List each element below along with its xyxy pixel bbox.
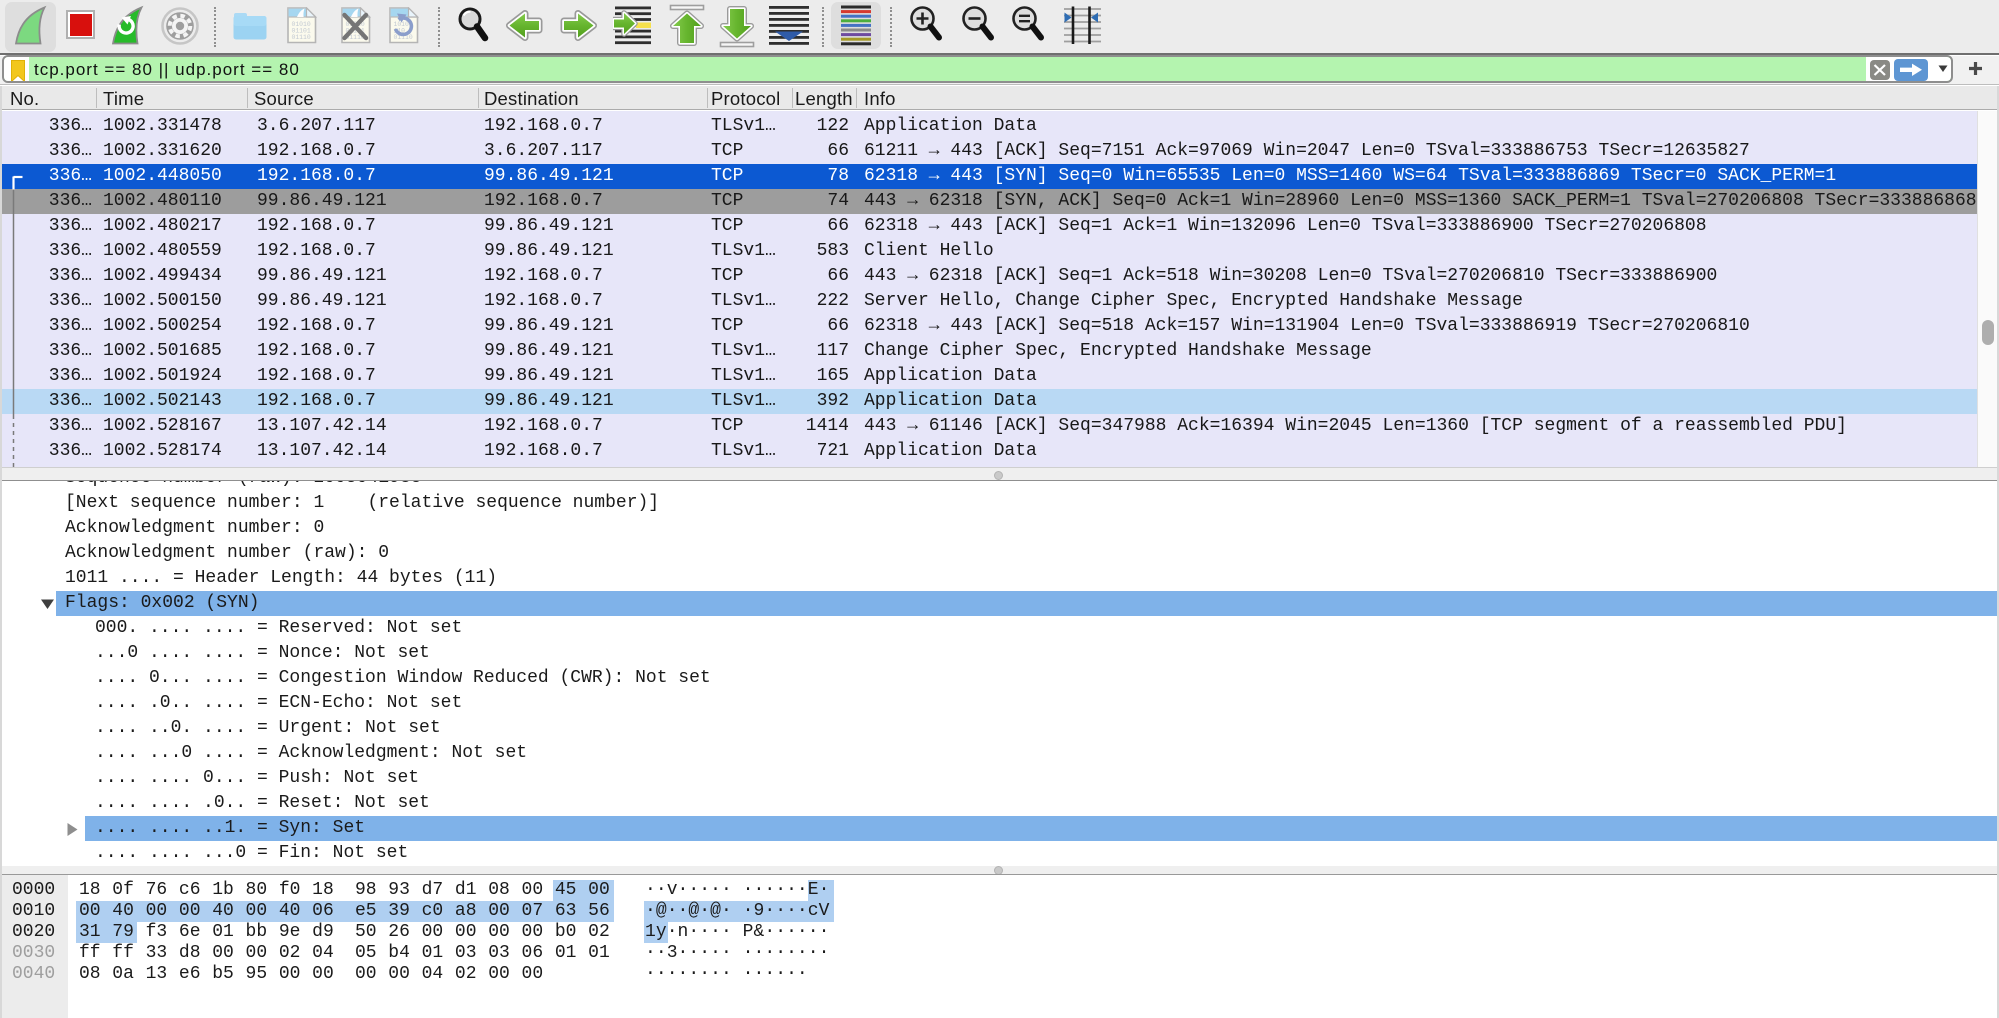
svg-text:01110: 01110	[292, 34, 311, 41]
